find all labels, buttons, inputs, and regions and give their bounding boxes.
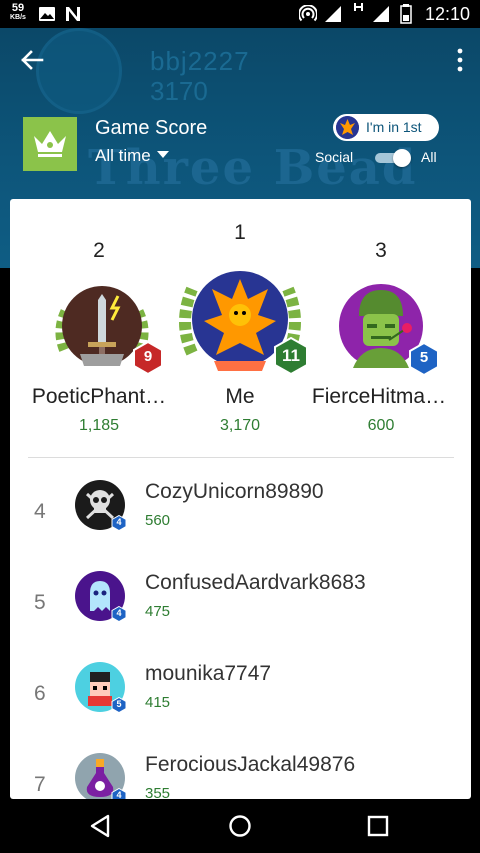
level-badge-number: 4: [116, 517, 122, 527]
podium-name: PoeticPhant…: [31, 385, 167, 408]
social-all-toggle[interactable]: [375, 149, 413, 167]
background-player-name: bbj2227: [150, 46, 250, 76]
leaderboard-card: 2 9 PoeticPhant… 1,185 1 11 Me 3,170 3 5…: [10, 199, 471, 799]
podium-score: 3,170: [219, 417, 261, 434]
dropdown-caret-icon: [156, 151, 169, 158]
social-label: Social: [315, 149, 354, 165]
row-rank: 5: [34, 591, 46, 614]
row-score: 355: [145, 785, 171, 799]
phoenix-icon: [336, 116, 359, 139]
podium-rank: 1: [234, 221, 246, 244]
row-rank: 6: [34, 682, 46, 705]
signal-icon-2: [373, 6, 389, 22]
podium-score: 600: [367, 417, 395, 434]
signal-icon-1: [325, 6, 341, 22]
row-player-name: ConfusedAardvark8683: [145, 571, 366, 594]
nav-back-icon[interactable]: [88, 813, 114, 839]
leaderboard-row[interactable]: 7 4 FerociousJackal49876 355: [10, 747, 471, 799]
row-player-name: FerociousJackal49876: [145, 753, 356, 776]
status-bar: 59 KB/s 12:10: [0, 0, 480, 28]
leaderboard-row[interactable]: 5 4 ConfusedAardvark8683 475: [10, 565, 471, 655]
battery-icon: [400, 4, 412, 24]
time-filter-dropdown[interactable]: All time: [95, 146, 169, 166]
crown-icon: [34, 131, 66, 157]
all-label: All: [421, 149, 437, 165]
row-player-name: mounika7747: [145, 662, 272, 685]
back-arrow-icon[interactable]: [16, 44, 48, 76]
leaderboard-row[interactable]: 6 5 mounika7747 415: [10, 656, 471, 746]
nav-recents-icon[interactable]: [365, 813, 391, 839]
podium-rank: 2: [93, 239, 105, 262]
time-filter-label: All time: [95, 146, 151, 165]
row-player-name: CozyUnicorn89890: [145, 480, 324, 503]
navigation-bar: [0, 799, 480, 853]
nav-home-icon[interactable]: [227, 813, 253, 839]
network-speed: 59 KB/s: [10, 3, 26, 23]
row-score: 415: [145, 694, 171, 711]
row-rank: 7: [34, 773, 46, 796]
row-score: 560: [145, 512, 171, 529]
level-badge-number: 4: [116, 790, 122, 799]
my-rank-label: I'm in 1st: [366, 119, 422, 135]
hspa-icon: [354, 3, 363, 11]
my-avatar-mini: [336, 116, 359, 139]
n-app-icon: [66, 7, 80, 21]
level-badge-number: 5: [116, 699, 122, 709]
clock: 12:10: [424, 4, 470, 24]
background-avatar: [36, 28, 122, 114]
network-speed-unit: KB/s: [10, 14, 26, 21]
leaderboard-icon-box: [23, 117, 77, 171]
row-score: 475: [145, 603, 171, 620]
my-rank-button[interactable]: I'm in 1st: [333, 114, 439, 141]
level-badge-number: 11: [282, 346, 300, 365]
image-icon: [39, 7, 55, 21]
background-player-score: 3170: [150, 76, 208, 106]
podium-name: FierceHitma…: [311, 385, 447, 408]
level-badge-number: 5: [419, 349, 429, 366]
leaderboard-row[interactable]: 4 4 CozyUnicorn89890 560: [10, 474, 471, 564]
row-rank: 4: [34, 500, 46, 523]
divider: [28, 457, 454, 458]
podium-score: 1,185: [78, 417, 120, 434]
hotspot-icon: [299, 5, 317, 22]
podium-name: Me: [225, 385, 255, 408]
level-badge-number: 4: [116, 608, 122, 618]
level-badge-number: 9: [143, 348, 153, 365]
more-options-icon[interactable]: [454, 46, 466, 74]
toggle-thumb: [393, 149, 411, 167]
leaderboard-title: Game Score: [95, 117, 208, 139]
podium-rank: 3: [375, 239, 387, 262]
